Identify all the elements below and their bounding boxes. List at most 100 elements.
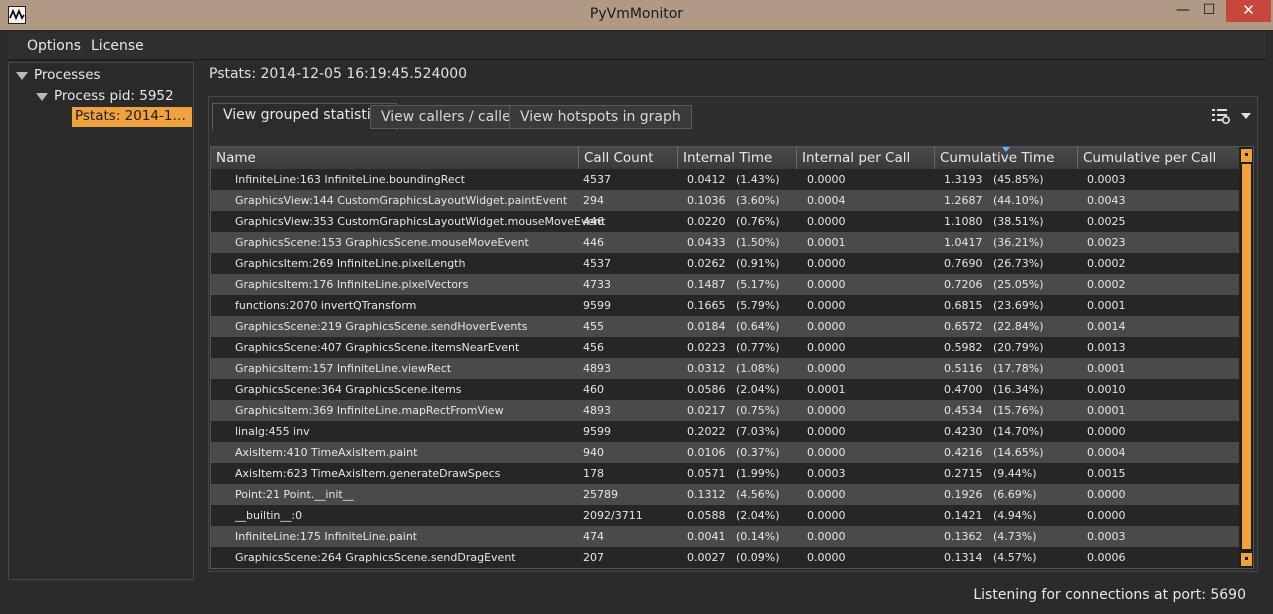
- tab-hotspots-graph[interactable]: View hotspots in graph: [509, 105, 692, 129]
- table-row[interactable]: GraphicsView:144 CustomGraphicsLayoutWid…: [211, 190, 1239, 211]
- cell-cumulative-per-call: 0.0000: [1087, 488, 1126, 501]
- cell-call-count: 9599: [583, 299, 611, 312]
- cell-cumulative-time: 0.4230: [944, 425, 983, 438]
- table-row[interactable]: GraphicsItem:176 InfiniteLine.pixelVecto…: [211, 274, 1239, 295]
- tree-item-pstats[interactable]: Pstats: 2014-12-05 16:19:45.524000: [72, 107, 192, 127]
- cell-internal-percent: (0.76%): [736, 215, 780, 228]
- cell-cumulative-per-call: 0.0013: [1087, 341, 1126, 354]
- cell-cumulative-per-call: 0.0014: [1087, 320, 1126, 333]
- table-row[interactable]: GraphicsItem:157 InfiniteLine.viewRect 48…: [211, 358, 1239, 379]
- cell-name: __builtin__:0: [235, 509, 303, 522]
- cell-internal-time: 0.0433: [687, 236, 726, 249]
- cell-call-count: 460: [583, 383, 604, 396]
- table-row[interactable]: AxisItem:623 TimeAxisItem.generateDrawSp…: [211, 463, 1239, 484]
- cell-name: linalg:455 inv: [235, 425, 310, 438]
- table-row[interactable]: GraphicsItem:369 InfiniteLine.mapRectFro…: [211, 400, 1239, 421]
- cell-internal-per-call: 0.0000: [807, 551, 846, 564]
- cell-internal-time: 0.2022: [687, 425, 726, 438]
- cell-name: GraphicsScene:153 GraphicsScene.mouseMov…: [235, 236, 529, 249]
- chevron-down-icon[interactable]: [1241, 113, 1251, 119]
- cell-call-count: 4537: [583, 257, 611, 270]
- cell-cumulative-per-call: 0.0002: [1087, 278, 1126, 291]
- pstats-header: Pstats: 2014-12-05 16:19:45.524000: [209, 66, 468, 82]
- cell-cumulative-per-call: 0.0000: [1087, 425, 1126, 438]
- cell-internal-per-call: 0.0000: [807, 509, 846, 522]
- expand-arrow-icon[interactable]: [36, 93, 48, 101]
- cell-internal-per-call: 0.0000: [807, 299, 846, 312]
- column-header-internal-time[interactable]: Internal Time: [678, 147, 797, 169]
- cell-internal-per-call: 0.0000: [807, 446, 846, 459]
- cell-internal-time: 0.0262: [687, 257, 726, 270]
- table-row[interactable]: Point:21 Point.__init__ 25789 0.1312 (4.56%…: [211, 484, 1239, 505]
- column-header-call-count[interactable]: Call Count: [579, 147, 678, 169]
- cell-cumulative-per-call: 0.0003: [1087, 173, 1126, 186]
- settings-list-icon[interactable]: [1211, 107, 1231, 125]
- cell-name: GraphicsItem:157 InfiniteLine.viewRect: [235, 362, 452, 375]
- column-header-cumulative-per-call[interactable]: Cumulative per Call: [1078, 147, 1239, 169]
- cell-cumulative-time: 0.2715: [944, 467, 983, 480]
- table-row[interactable]: InfiniteLine:175 InfiniteLine.paint 474 0.…: [211, 526, 1239, 547]
- cell-name: InfiniteLine:175 InfiniteLine.paint: [235, 530, 418, 543]
- table-row[interactable]: GraphicsScene:153 GraphicsScene.mouseMov…: [211, 232, 1239, 253]
- column-header-name[interactable]: Name: [211, 147, 579, 169]
- cell-internal-percent: (0.75%): [736, 404, 780, 417]
- cell-cumulative-time: 1.1080: [944, 215, 983, 228]
- cell-cumulative-percent: (4.73%): [993, 530, 1037, 543]
- table-row[interactable]: GraphicsScene:407 GraphicsScene.itemsNea…: [211, 337, 1239, 358]
- cell-cumulative-per-call: 0.0025: [1087, 215, 1126, 228]
- cell-cumulative-per-call: 0.0006: [1087, 551, 1126, 564]
- table-row[interactable]: AxisItem:410 TimeAxisItem.paint 940 0.0106…: [211, 442, 1239, 463]
- table-row[interactable]: linalg:455 inv 9599 0.2022 (7.03%) 0.0000 0.4…: [211, 421, 1239, 442]
- cell-internal-percent: (0.37%): [736, 446, 780, 459]
- maximize-button[interactable]: ☐: [1196, 0, 1222, 22]
- tree-item-process[interactable]: Process pid: 5952: [54, 88, 174, 104]
- cell-internal-time: 0.0184: [687, 320, 726, 333]
- cell-call-count: 25789: [583, 488, 618, 501]
- cell-cumulative-percent: (36.21%): [993, 236, 1044, 249]
- cell-internal-per-call: 0.0000: [807, 530, 846, 543]
- vertical-scrollbar[interactable]: [1240, 147, 1253, 568]
- tree-item-processes[interactable]: Processes: [34, 67, 101, 83]
- cell-internal-percent: (0.91%): [736, 257, 780, 270]
- cell-name: functions:2070 invertQTransform: [235, 299, 417, 312]
- scroll-thumb[interactable]: [1242, 164, 1251, 549]
- cell-cumulative-per-call: 0.0003: [1087, 530, 1126, 543]
- cell-internal-per-call: 0.0004: [807, 194, 846, 207]
- column-header-internal-per-call[interactable]: Internal per Call: [797, 147, 935, 169]
- scroll-down-button[interactable]: [1241, 553, 1252, 566]
- cell-internal-time: 0.0220: [687, 215, 726, 228]
- table-row[interactable]: GraphicsView:353 CustomGraphicsLayoutWid…: [211, 211, 1239, 232]
- cell-internal-time: 0.0571: [687, 467, 726, 480]
- menu-license[interactable]: License: [91, 38, 144, 54]
- cell-cumulative-time: 0.1314: [944, 551, 983, 564]
- cell-cumulative-per-call: 0.0023: [1087, 236, 1126, 249]
- cell-name: GraphicsScene:407 GraphicsScene.itemsNea…: [235, 341, 520, 354]
- cell-cumulative-percent: (17.78%): [993, 362, 1044, 375]
- scroll-up-button[interactable]: [1241, 149, 1252, 162]
- cell-internal-percent: (0.09%): [736, 551, 780, 564]
- cell-internal-percent: (0.14%): [736, 530, 780, 543]
- table-row[interactable]: InfiniteLine:163 InfiniteLine.boundingRe…: [211, 169, 1239, 190]
- expand-arrow-icon[interactable]: [16, 72, 28, 80]
- menu-options[interactable]: Options: [27, 38, 81, 54]
- close-button[interactable]: ✕: [1226, 0, 1271, 22]
- table-row[interactable]: functions:2070 invertQTransform 9599 0.166…: [211, 295, 1239, 316]
- cell-cumulative-time: 1.3193: [944, 173, 983, 186]
- cell-cumulative-percent: (15.76%): [993, 404, 1044, 417]
- table-row[interactable]: GraphicsItem:269 InfiniteLine.pixelLengt…: [211, 253, 1239, 274]
- cell-internal-percent: (2.04%): [736, 383, 780, 396]
- cell-cumulative-percent: (4.94%): [993, 509, 1037, 522]
- cell-cumulative-time: 0.6815: [944, 299, 983, 312]
- cell-call-count: 4733: [583, 278, 611, 291]
- table-row[interactable]: __builtin__:0 2092/3711 0.0588 (2.04%) 0.000…: [211, 505, 1239, 526]
- table-row[interactable]: GraphicsScene:264 GraphicsScene.sendDrag…: [211, 547, 1239, 568]
- table-row[interactable]: GraphicsScene:364 GraphicsScene.items 460…: [211, 379, 1239, 400]
- cell-call-count: 294: [583, 194, 604, 207]
- table-row[interactable]: GraphicsScene:219 GraphicsScene.sendHove…: [211, 316, 1239, 337]
- minimize-button[interactable]: —: [1170, 0, 1196, 22]
- cell-internal-time: 0.0588: [687, 509, 726, 522]
- cell-cumulative-per-call: 0.0010: [1087, 383, 1126, 396]
- cell-internal-time: 0.1665: [687, 299, 726, 312]
- cell-name: AxisItem:410 TimeAxisItem.paint: [235, 446, 418, 459]
- tab-grouped-statistics[interactable]: View grouped statistics: [212, 103, 397, 131]
